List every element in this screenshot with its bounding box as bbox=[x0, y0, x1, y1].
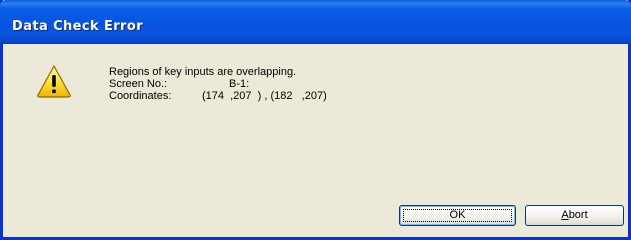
ok-button-label: OK bbox=[449, 209, 466, 221]
coordinates-value: (174 ,207 ) , (182 ,207) bbox=[202, 90, 327, 102]
abort-label-rest: bort bbox=[568, 209, 588, 221]
screen-number-label: Screen No.: bbox=[109, 78, 168, 90]
error-message: Regions of key inputs are overlapping. S… bbox=[109, 66, 327, 102]
screen-number-row: Screen No.: B-1: bbox=[109, 78, 296, 90]
window-title: Data Check Error bbox=[12, 19, 144, 34]
abort-button[interactable]: Abort bbox=[525, 205, 624, 226]
dialog-window: Data Check Error Regions of key inputs a… bbox=[0, 0, 631, 240]
abort-mnemonic: A bbox=[561, 209, 569, 221]
title-bar[interactable]: Data Check Error bbox=[0, 0, 631, 44]
coordinates-row: Coordinates: (174 ,207 ) , (182 ,207) bbox=[109, 90, 327, 102]
warning-icon bbox=[37, 65, 71, 98]
message-text: Regions of key inputs are overlapping. bbox=[109, 66, 297, 78]
coordinates-label: Coordinates: bbox=[109, 90, 172, 102]
dialog-body: Regions of key inputs are overlapping. S… bbox=[3, 44, 628, 237]
ok-button[interactable]: OK bbox=[399, 205, 516, 226]
screen-number-value: B-1: bbox=[229, 78, 250, 90]
abort-button-label: Abort bbox=[561, 209, 587, 221]
